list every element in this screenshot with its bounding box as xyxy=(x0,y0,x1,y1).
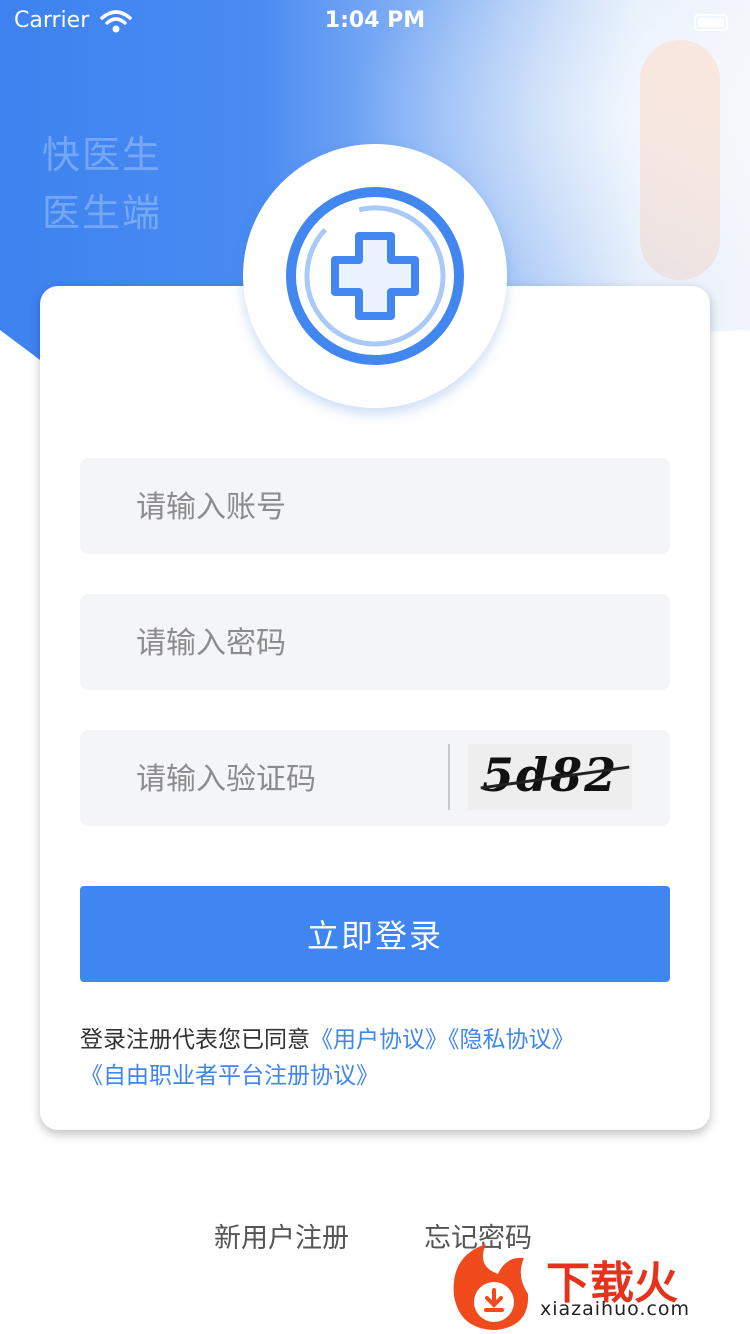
medical-cross-icon xyxy=(286,187,464,365)
freelancer-agreement-link[interactable]: 《自由职业者平台注册协议》 xyxy=(80,1063,379,1089)
agreement-prefix: 登录注册代表您已同意 xyxy=(80,1027,310,1053)
app-slogan: 快医生 医生端 xyxy=(42,126,162,242)
captcha-code: 5d82 xyxy=(481,748,619,802)
register-link[interactable]: 新用户注册 xyxy=(214,1216,349,1255)
agreement-text: 登录注册代表您已同意《用户协议》《隐私协议》 《自由职业者平台注册协议》 xyxy=(80,1022,660,1094)
captcha-input[interactable] xyxy=(134,730,438,828)
password-field xyxy=(80,594,670,692)
account-input[interactable] xyxy=(134,458,478,556)
captcha-divider xyxy=(448,744,450,810)
captcha-image[interactable]: 5d82 xyxy=(468,744,632,810)
login-button[interactable]: 立即登录 xyxy=(80,886,670,982)
slogan-line-2: 医生端 xyxy=(42,191,163,235)
app-logo xyxy=(243,144,507,408)
captcha-field: 5d82 xyxy=(80,730,670,828)
user-agreement-link[interactable]: 《用户协议》 xyxy=(310,1027,448,1053)
login-card xyxy=(40,286,710,1130)
status-bar: Carrier 1:04 PM xyxy=(0,0,750,40)
account-field xyxy=(80,458,670,556)
battery-icon xyxy=(694,14,728,31)
password-input[interactable] xyxy=(134,594,478,692)
slogan-line-1: 快医生 xyxy=(42,133,163,177)
privacy-agreement-link[interactable]: 《隐私协议》 xyxy=(448,1027,575,1053)
thumbs-up-illustration xyxy=(640,40,720,280)
clock: 1:04 PM xyxy=(324,8,426,33)
watermark-url: xiazaihuo.com xyxy=(540,1298,691,1320)
